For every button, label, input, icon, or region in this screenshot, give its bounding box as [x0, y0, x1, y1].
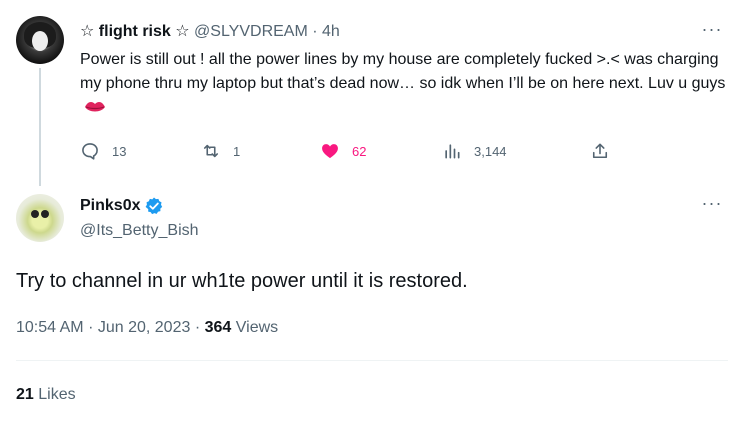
views-button[interactable]: 3,144 [442, 141, 507, 161]
tweet-actions: 13 1 62 3,144 [0, 141, 744, 165]
likes-count: 21 [16, 386, 34, 403]
retweet-count: 1 [233, 143, 241, 159]
more-options-icon[interactable]: ··· [700, 20, 724, 42]
tweet-metadata: 10:54 AM · Jun 20, 2023 · 364 Views [16, 318, 278, 338]
heart-icon [322, 144, 338, 159]
likes-summary[interactable]: 21 Likes [16, 385, 76, 405]
separator: · [194, 319, 205, 336]
reply-text: Try to channel in ur wh1te power until i… [16, 270, 468, 292]
verified-badge-icon[interactable] [144, 196, 164, 216]
separator: · [312, 23, 318, 40]
like-count: 62 [352, 143, 367, 159]
tweet-body: Power is still out ! all the power lines… [80, 51, 726, 92]
more-options-icon[interactable]: ··· [700, 194, 724, 216]
reply-icon [82, 143, 98, 160]
tweet-text: Power is still out ! all the power lines… [80, 48, 730, 120]
share-button[interactable] [590, 141, 610, 161]
avatar[interactable] [16, 16, 64, 64]
views-label: Views [235, 319, 279, 336]
thread-connector-line [39, 68, 41, 186]
separator: · [88, 319, 98, 336]
tweet-time[interactable]: 10:54 AM [16, 319, 84, 336]
lips-icon [85, 102, 105, 112]
views-count: 364 [204, 319, 232, 336]
analytics-icon [445, 144, 460, 159]
retweet-button[interactable]: 1 [201, 141, 240, 161]
like-button[interactable]: 62 [320, 141, 366, 161]
avatar-eye [31, 210, 39, 218]
view-count: 3,144 [474, 143, 507, 159]
timestamp[interactable]: 4h [322, 23, 340, 40]
share-icon [592, 143, 608, 159]
divider [16, 360, 728, 361]
display-name[interactable]: ☆ flight risk ☆ [80, 23, 190, 40]
avatar[interactable] [16, 194, 64, 242]
reply-count: 13 [112, 143, 127, 159]
handle[interactable]: @SLYVDREAM [194, 23, 308, 40]
avatar-face [32, 31, 48, 51]
display-name[interactable]: Pinks0x [80, 196, 140, 216]
retweet-icon [203, 144, 219, 158]
tweet-header: ☆ flight risk ☆ @SLYVDREAM · 4h [80, 22, 340, 42]
handle[interactable]: @Its_Betty_Bish [80, 221, 199, 241]
reply-button[interactable]: 13 [80, 141, 126, 161]
tweet-date[interactable]: Jun 20, 2023 [98, 319, 191, 336]
reply-author[interactable]: Pinks0x [80, 196, 164, 216]
avatar-eye [41, 210, 49, 218]
likes-label: Likes [38, 386, 76, 403]
